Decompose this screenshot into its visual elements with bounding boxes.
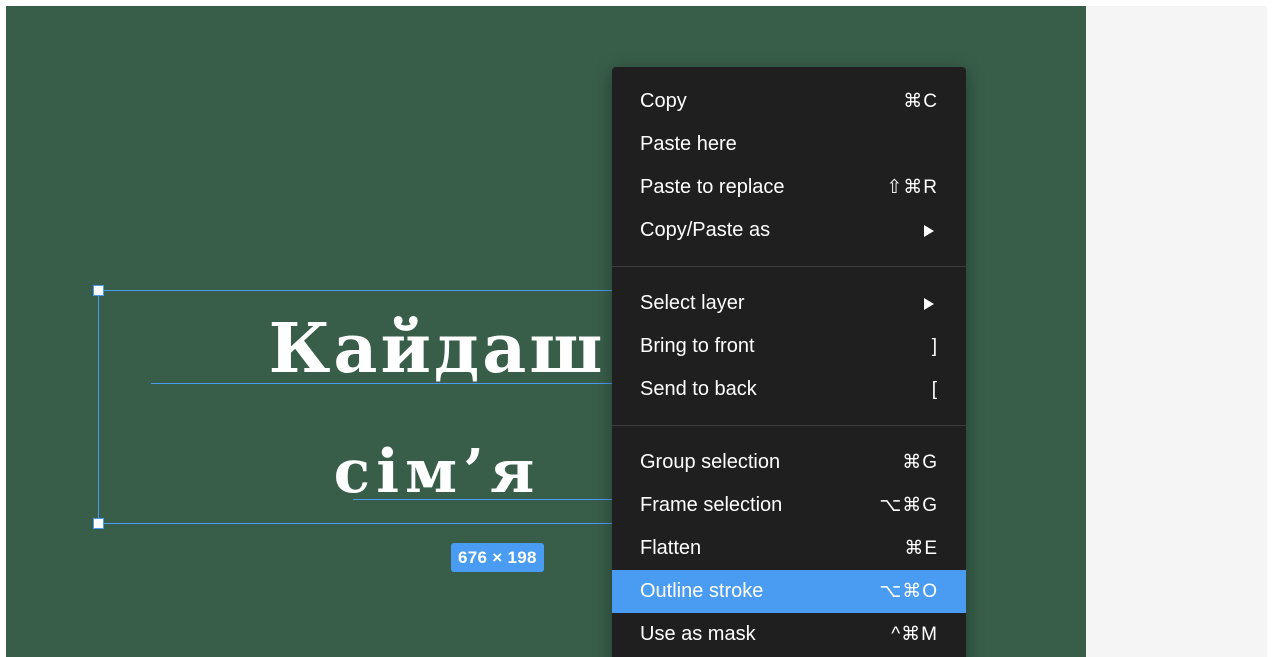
menu-item-label: Flatten [640,537,702,559]
menu-item-use-as-mask[interactable]: Use as mask ^⌘M [612,613,966,656]
menu-item-copy[interactable]: Copy ⌘C [612,80,966,123]
menu-item-label: Select layer [640,292,745,314]
menu-item-shortcut: ⌘C [903,91,938,112]
menu-item-label: Paste here [640,133,737,155]
menu-item-label: Copy [640,90,687,112]
menu-item-outline-stroke[interactable]: Outline stroke ⌥⌘O [612,570,966,613]
menu-item-send-to-back[interactable]: Send to back [ [612,368,966,411]
menu-item-shortcut: [ [931,378,938,400]
menu-item-frame-selection[interactable]: Frame selection ⌥⌘G [612,484,966,527]
menu-item-flatten[interactable]: Flatten ⌘E [612,527,966,570]
size-badge: 676 × 198 [451,543,544,572]
context-menu: Copy ⌘C Paste here Paste to replace ⇧⌘R Copy/… [612,67,966,657]
menu-item-shortcut: ] [931,335,938,357]
menu-item-shortcut: ⌘G [902,452,938,473]
menu-item-paste-to-replace[interactable]: Paste to replace ⇧⌘R [612,166,966,209]
menu-item-label: Group selection [640,451,781,473]
menu-item-group-selection[interactable]: Group selection ⌘G [612,441,966,484]
menu-item-label: Frame selection [640,494,783,516]
app-window: Кайдаш сім’я 676 × 198 Copy ⌘C Paste here P… [0,0,1273,657]
menu-item-shortcut: ⇧⌘R [886,177,938,198]
resize-handle-bottom-left[interactable] [93,518,104,529]
menu-item-shortcut: ⌥⌘G [879,495,938,516]
menu-item-shortcut: ⌥⌘O [879,581,938,602]
properties-panel [1086,6,1267,657]
menu-separator [612,266,966,267]
menu-item-select-layer[interactable]: Select layer [612,282,966,325]
menu-item-label: Paste to replace [640,176,785,198]
menu-item-shortcut: ⌘E [904,538,938,559]
menu-item-paste-here[interactable]: Paste here [612,123,966,166]
menu-separator [612,425,966,426]
menu-item-label: Bring to front [640,335,755,357]
resize-handle-top-left[interactable] [93,285,104,296]
menu-item-label: Outline stroke [640,580,764,602]
menu-item-label: Copy/Paste as [640,219,771,241]
menu-item-label: Send to back [640,378,757,400]
menu-item-label: Use as mask [640,623,756,645]
menu-item-shortcut: ^⌘M [891,624,938,645]
menu-item-bring-to-front[interactable]: Bring to front] [612,325,966,368]
submenu-arrow-icon [924,297,934,310]
submenu-arrow-icon [924,224,934,237]
menu-item-copy-paste-as[interactable]: Copy/Paste as [612,209,966,252]
